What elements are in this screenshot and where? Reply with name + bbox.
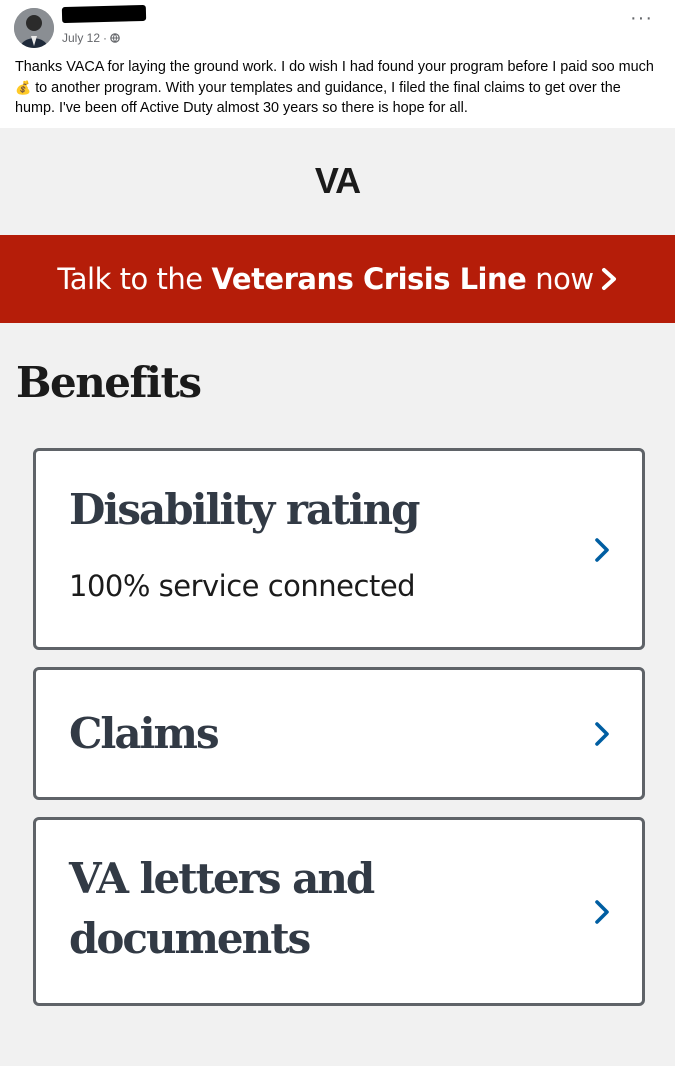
meta-separator: · — [103, 31, 108, 45]
post-body: Thanks VACA for laying the ground work. … — [15, 57, 655, 119]
chevron-right-icon — [595, 722, 609, 746]
va-logo: VA — [314, 160, 361, 201]
facebook-post: July 12 · ··· Thanks VACA for laying the… — [0, 0, 675, 128]
card-title-line2: documents — [69, 914, 311, 963]
redacted-author-name — [61, 4, 147, 24]
veterans-crisis-line-banner[interactable]: Talk to the Veterans Crisis Line now — [0, 235, 675, 323]
post-meta: July 12 · — [62, 30, 120, 46]
va-letters-documents-card[interactable]: VA letters and documents — [33, 817, 645, 1006]
public-globe-icon — [110, 33, 120, 43]
va-app-screenshot: VA Talk to the Veterans Crisis Line now … — [0, 128, 675, 1066]
card-title: Disability rating — [69, 485, 420, 534]
claims-card[interactable]: Claims — [33, 667, 645, 800]
chevron-right-icon — [601, 268, 616, 290]
disability-rating-card[interactable]: Disability rating 100% service connected — [33, 448, 645, 650]
crisis-line-emphasis: Veterans Crisis Line — [211, 262, 527, 296]
card-title: Claims — [69, 709, 220, 758]
more-options-button[interactable]: ··· — [630, 8, 653, 28]
avatar[interactable] — [14, 8, 54, 48]
post-text-part2: to another program. With your templates … — [15, 79, 621, 117]
crisis-line-suffix: now — [535, 262, 594, 296]
post-date[interactable]: July 12 — [62, 31, 100, 45]
chevron-right-icon — [595, 538, 609, 562]
card-title-line1: VA letters and — [69, 854, 375, 903]
card-subtitle: 100% service connected — [69, 569, 416, 603]
crisis-line-prefix: Talk to the — [57, 262, 203, 296]
benefits-heading: Benefits — [16, 358, 202, 407]
avatar-image — [14, 8, 54, 48]
money-bag-emoji: 💰 — [15, 79, 32, 95]
post-text-part1: Thanks VACA for laying the ground work. … — [15, 59, 654, 75]
chevron-right-icon — [595, 900, 609, 924]
